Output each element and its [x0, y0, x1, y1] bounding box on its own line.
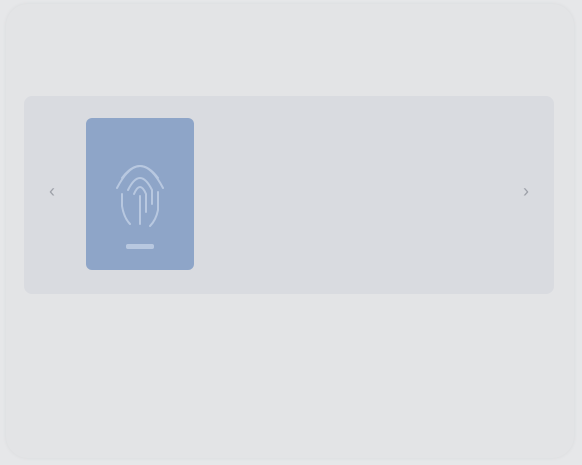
featured-cover[interactable]	[86, 118, 194, 270]
item-list	[36, 330, 546, 438]
featured-info	[226, 124, 504, 134]
app-window: ‹ ›	[6, 4, 574, 458]
fingerprint-icon	[116, 165, 164, 249]
list-item[interactable]	[36, 366, 546, 402]
featured-carousel: ‹ ›	[24, 96, 554, 294]
app-title	[24, 24, 98, 44]
list-item[interactable]	[36, 330, 546, 366]
carousel-next-button[interactable]: ›	[516, 180, 536, 202]
carousel-prev-button[interactable]: ‹	[42, 180, 62, 202]
list-item[interactable]	[36, 402, 546, 438]
